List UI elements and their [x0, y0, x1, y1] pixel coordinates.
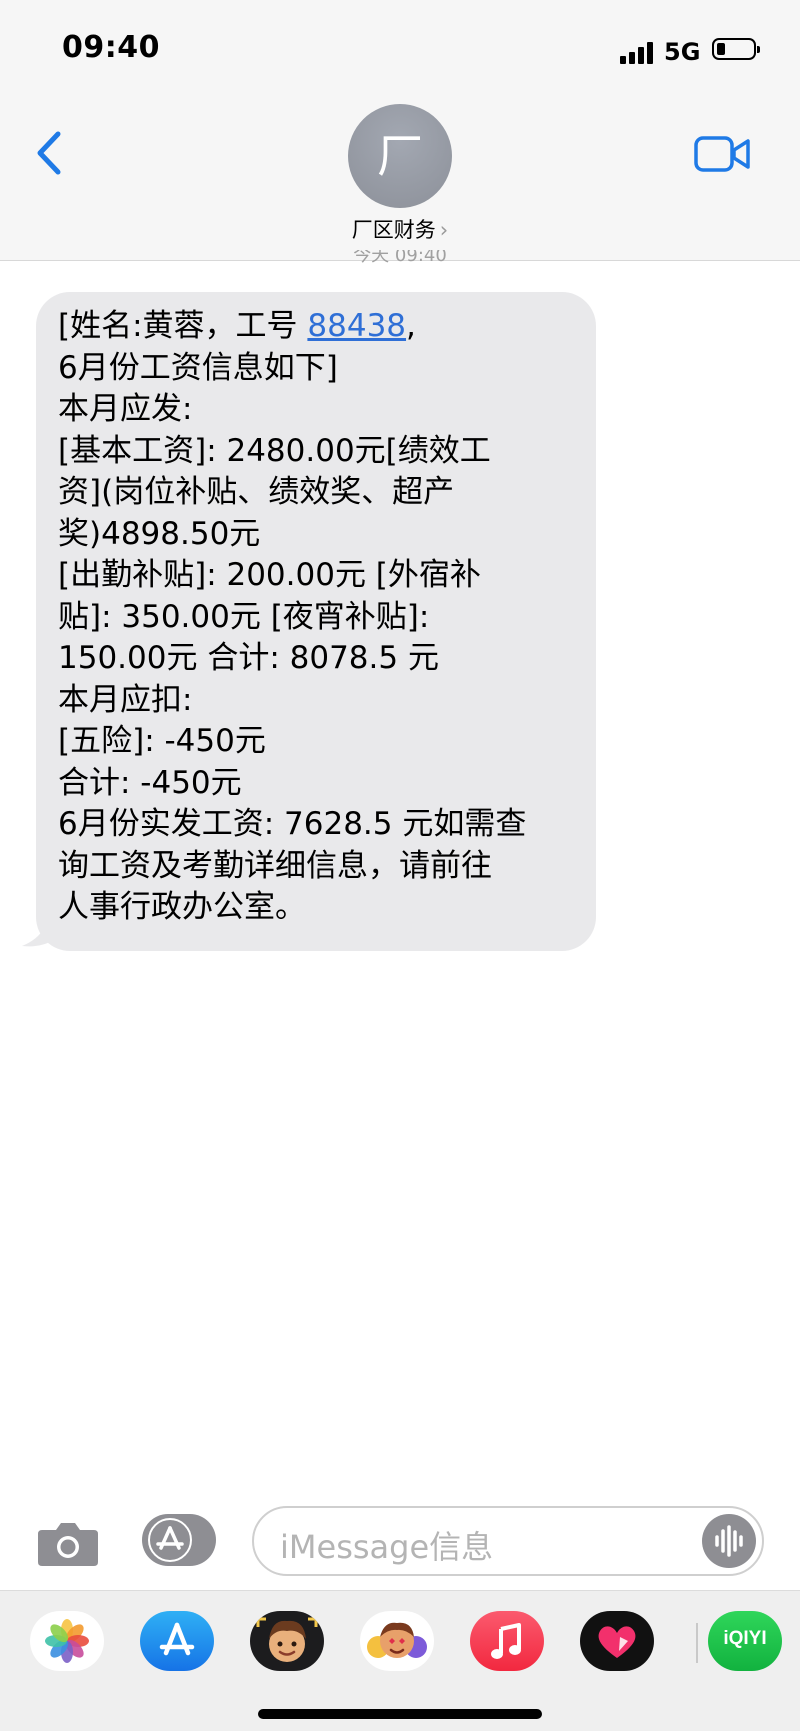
message-line: 本月应发: — [58, 391, 193, 427]
message-line: [基本工资]: 2480.00元[绩效工 — [58, 432, 491, 469]
signal-strength-icon — [620, 40, 656, 64]
contact-name-button[interactable]: 厂区财务 › — [0, 214, 800, 244]
message-timestamp: 今天 09:40 — [0, 250, 800, 270]
compose-bar: iMessage信息 — [0, 1490, 800, 1580]
message-line: 贴]: 350.00元 [夜宵补贴]: — [58, 598, 430, 635]
imessage-input[interactable]: iMessage信息 — [252, 1506, 764, 1576]
network-type: 5G — [664, 38, 701, 66]
incoming-message-bubble[interactable]: [姓名:黄蓉，工号 88438, 6月份工资信息如下] 本月应发: [基本工资]… — [36, 292, 596, 951]
employee-id-link[interactable]: 88438 — [307, 308, 406, 344]
status-time: 09:40 — [62, 30, 160, 65]
message-line: [五险]: -450元 — [58, 723, 266, 759]
message-line: 人事行政办公室。 — [58, 889, 306, 925]
memoji-app-icon[interactable] — [250, 1611, 324, 1671]
imessage-app-drawer: iQIYI — [0, 1590, 800, 1731]
conversation-header: 09:40 5G 厂 厂区财务 › — [0, 0, 800, 261]
message-line: [姓名:黄蓉，工号 88438, — [58, 308, 416, 344]
iqiyi-label: iQIYI — [723, 1628, 767, 1649]
app-store-icon — [148, 1518, 192, 1562]
input-placeholder: iMessage信息 — [280, 1528, 494, 1566]
message-line: 资](岗位补贴、绩效奖、超产 — [58, 474, 455, 510]
message-line: 150.00元 合计: 8078.5 元 — [58, 640, 439, 676]
chevron-left-icon — [37, 131, 61, 175]
chevron-right-icon: › — [439, 218, 449, 242]
photos-app-icon[interactable] — [30, 1611, 104, 1671]
battery-icon — [712, 38, 760, 60]
animoji-stickers-app-icon[interactable] — [360, 1611, 434, 1671]
home-indicator[interactable] — [258, 1709, 542, 1719]
back-button[interactable] — [30, 128, 70, 178]
contact-name: 厂区财务 — [351, 218, 436, 242]
contact-avatar[interactable]: 厂 — [348, 104, 452, 208]
message-line: 奖)4898.50元 — [58, 515, 261, 552]
message-line: 合计: -450元 — [58, 764, 242, 801]
message-line: 6月份实发工资: 7628.5 元如需查 — [58, 806, 527, 842]
camera-button[interactable] — [36, 1518, 100, 1568]
video-camera-icon — [694, 136, 750, 172]
iqiyi-app-icon[interactable]: iQIYI — [708, 1611, 782, 1671]
app-store-app-icon[interactable] — [140, 1611, 214, 1671]
digital-touch-app-icon[interactable] — [580, 1611, 654, 1671]
facetime-video-button[interactable] — [694, 134, 752, 174]
camera-icon — [38, 1523, 98, 1566]
waveform-icon — [715, 1525, 743, 1557]
message-line: 本月应扣: — [58, 681, 193, 718]
timestamp-text: 今天 09:40 — [353, 250, 447, 266]
music-app-icon[interactable] — [470, 1611, 544, 1671]
message-line: 6月份工资信息如下] — [58, 349, 338, 386]
message-line: [出勤补贴]: 200.00元 [外宿补 — [58, 557, 481, 593]
drawer-divider — [696, 1623, 698, 1663]
voice-message-button[interactable] — [702, 1514, 756, 1568]
app-store-button[interactable] — [142, 1514, 216, 1566]
message-line: 询工资及考勤详细信息，请前往 — [58, 847, 492, 884]
